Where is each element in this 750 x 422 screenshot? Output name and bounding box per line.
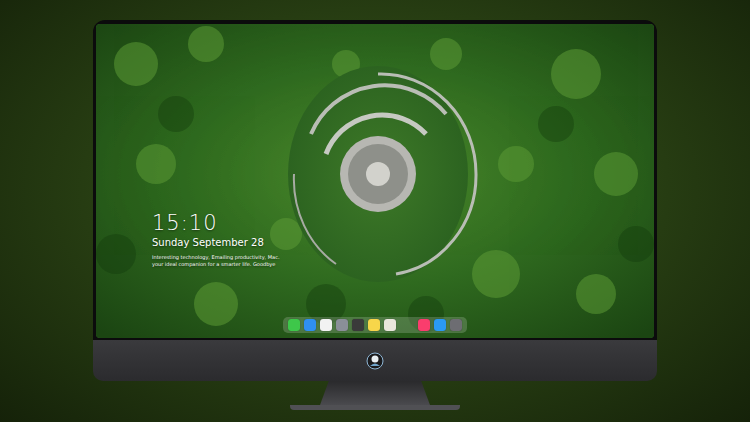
clock-time: 15:10 bbox=[152, 212, 280, 235]
bezel: 15:10 Sunday September 28 Interesting tech… bbox=[93, 20, 657, 340]
app-icon[interactable] bbox=[384, 319, 396, 331]
dock bbox=[283, 317, 467, 333]
app-icon[interactable] bbox=[418, 319, 430, 331]
app-icon[interactable] bbox=[288, 319, 300, 331]
app-icon[interactable] bbox=[336, 319, 348, 331]
wallpaper bbox=[96, 24, 654, 338]
app-icon[interactable] bbox=[352, 319, 364, 331]
caption-line: your ideal companion for a smarter life.… bbox=[152, 261, 280, 268]
dock-separator bbox=[400, 319, 414, 331]
app-icon[interactable] bbox=[320, 319, 332, 331]
app-icon[interactable] bbox=[304, 319, 316, 331]
screen: 15:10 Sunday September 28 Interesting tech… bbox=[96, 24, 654, 338]
caption: Interesting technology, Emailing product… bbox=[152, 254, 280, 267]
logo-icon bbox=[366, 352, 384, 370]
chin bbox=[93, 340, 657, 381]
app-icon[interactable] bbox=[368, 319, 380, 331]
lock-screen-clock: 15:10 Sunday September 28 Interesting tech… bbox=[152, 212, 280, 267]
app-icon[interactable] bbox=[434, 319, 446, 331]
stand bbox=[290, 381, 460, 410]
clock-date: Sunday September 28 bbox=[152, 237, 280, 249]
app-icon[interactable] bbox=[450, 319, 462, 331]
caption-line: Interesting technology, Emailing product… bbox=[152, 254, 280, 261]
monitor: 15:10 Sunday September 28 Interesting tech… bbox=[93, 20, 657, 381]
